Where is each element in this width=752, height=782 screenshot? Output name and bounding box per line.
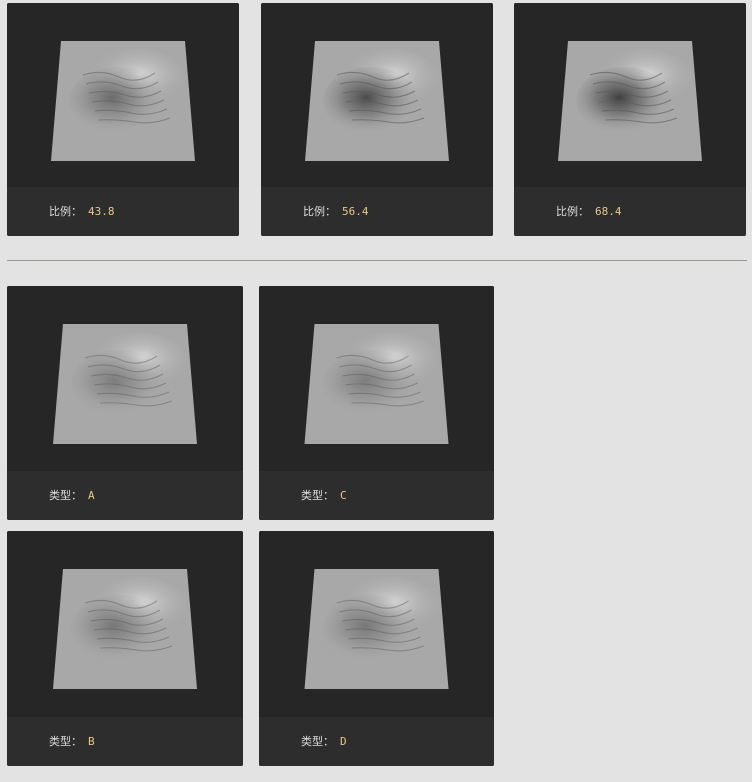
terrain-relief (71, 350, 167, 418)
ratio-value: 43.8 (88, 205, 115, 218)
terrain-card-type-a[interactable]: 类型： A (7, 286, 243, 520)
type-value: B (88, 735, 95, 748)
card-caption: 类型： A (7, 471, 243, 520)
terrain-card-type-c[interactable]: 类型： C (259, 286, 494, 520)
terrain-relief (71, 595, 167, 663)
terrain-preview-svg (304, 569, 449, 689)
type-label: 类型： (301, 489, 334, 502)
ratio-value: 56.4 (342, 205, 369, 218)
terrain-relief (322, 595, 419, 663)
type-value: A (88, 489, 95, 502)
ratio-value: 68.4 (595, 205, 622, 218)
terrain-relief (576, 67, 672, 135)
ratio-label: 比例： (49, 205, 82, 218)
type-value: D (340, 735, 347, 748)
type-label: 类型： (49, 489, 82, 502)
card-caption: 类型： D (259, 717, 494, 766)
terrain-preview (7, 286, 243, 470)
terrain-relief (69, 67, 165, 135)
terrain-card-ratio-3[interactable]: 比例： 68.4 (514, 3, 746, 236)
terrain-card-type-d[interactable]: 类型： D (259, 531, 494, 766)
card-caption: 类型： C (259, 471, 494, 520)
terrain-preview-svg (305, 41, 449, 161)
terrain-card-type-b[interactable]: 类型： B (7, 531, 243, 766)
terrain-preview-svg (304, 324, 449, 444)
card-caption: 比例： 56.4 (261, 187, 493, 236)
terrain-card-ratio-2[interactable]: 比例： 56.4 (261, 3, 493, 236)
terrain-relief (322, 350, 419, 418)
terrain-preview-svg (53, 324, 197, 444)
terrain-preview (7, 3, 239, 187)
ratio-label: 比例： (303, 205, 336, 218)
terrain-preview (514, 3, 746, 187)
terrain-preview (261, 3, 493, 187)
type-label: 类型： (301, 735, 334, 748)
terrain-relief (323, 67, 419, 135)
type-value: C (340, 489, 347, 502)
ratio-label: 比例： (556, 205, 589, 218)
terrain-preview-svg (51, 41, 195, 161)
terrain-preview (259, 531, 494, 715)
card-caption: 比例： 43.8 (7, 187, 239, 236)
card-caption: 类型： B (7, 717, 243, 766)
terrain-preview-svg (558, 41, 702, 161)
type-label: 类型： (49, 735, 82, 748)
terrain-preview (259, 286, 494, 470)
terrain-preview (7, 531, 243, 715)
terrain-card-ratio-1[interactable]: 比例： 43.8 (7, 3, 239, 236)
section-divider (7, 260, 747, 261)
card-caption: 比例： 68.4 (514, 187, 746, 236)
terrain-preview-svg (53, 569, 197, 689)
